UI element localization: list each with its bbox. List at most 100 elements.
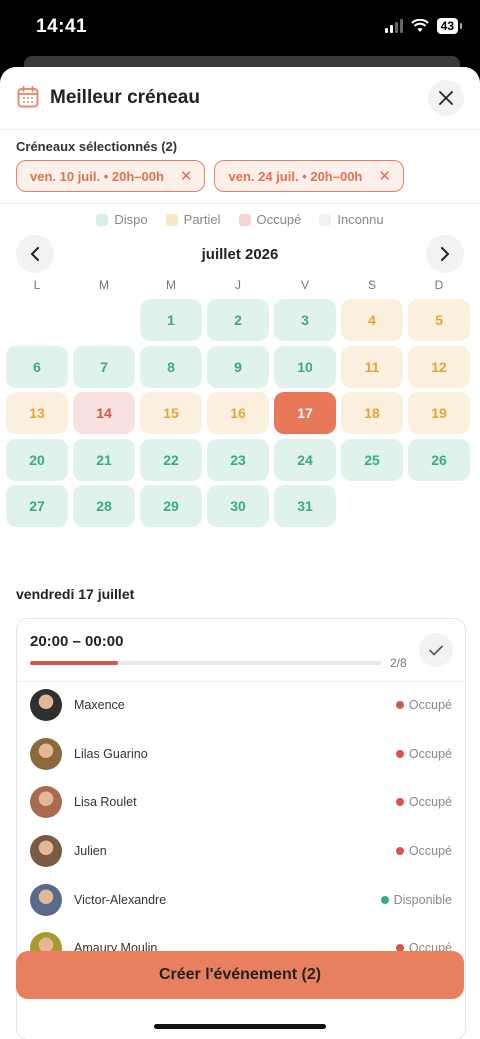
member-name: Victor-Alexandre xyxy=(74,892,167,907)
calendar-day-29[interactable]: 29 xyxy=(140,485,202,527)
member-status-label: Occupé xyxy=(408,698,452,712)
selected-slot-chips: ven. 10 juil. • 20h–00h ✕ ven. 24 juil. … xyxy=(16,160,404,192)
slot-chip[interactable]: ven. 24 juil. • 20h–00h ✕ xyxy=(214,160,404,192)
weekday-label: V xyxy=(300,278,309,292)
chevron-right-icon xyxy=(441,247,449,261)
calendar-day-4[interactable]: 4 xyxy=(341,299,403,341)
calendar-day-21[interactable]: 21 xyxy=(73,438,135,481)
legend-item-occupe: Occupé xyxy=(238,212,301,227)
calendar-day-15[interactable]: 15 xyxy=(140,392,202,434)
remove-chip-icon[interactable]: ✕ xyxy=(180,167,193,185)
calendar-day-5[interactable]: 5 xyxy=(408,299,470,341)
status-time: 14:41 xyxy=(36,16,88,37)
weekday-label: D xyxy=(434,278,444,292)
weekday-label: S xyxy=(367,278,376,292)
progress-fill xyxy=(30,661,118,665)
slot-chip-label: ven. 10 juil. • 20h–00h xyxy=(30,168,164,184)
wifi-icon xyxy=(410,19,429,32)
availability-legend: Dispo Partiel Occupé Inconnu xyxy=(0,212,480,227)
calendar-day-1[interactable]: 1 xyxy=(140,299,202,341)
calendar-grid: 1 2 3 4 5 6 7 8 9 10 11 12 13 14 15 16 17 18 19 20 21 22 23 24 2… xyxy=(6,299,470,527)
slot-chip-label: ven. 24 juil. • 20h–00h xyxy=(228,168,363,184)
calendar-day-13[interactable]: 13 xyxy=(6,392,68,434)
close-icon xyxy=(439,91,453,105)
divider xyxy=(0,203,480,204)
member-name: Julien xyxy=(74,844,107,859)
weekday-label: L xyxy=(33,278,41,292)
member-status-label: Occupé xyxy=(408,844,452,859)
weekday-label: M xyxy=(166,278,176,292)
calendar-day-30[interactable]: 30 xyxy=(207,485,269,527)
calendar-day-18[interactable]: 18 xyxy=(341,392,403,434)
calendar-day-2[interactable]: 2 xyxy=(207,299,269,341)
calendar-day-9[interactable]: 9 xyxy=(207,345,269,388)
avatar xyxy=(30,835,62,868)
status-dot-icon xyxy=(395,701,404,709)
member-name: Lilas Guarino xyxy=(74,746,148,761)
calendar-day-17[interactable]: 17 xyxy=(274,392,336,434)
member-row: Maxence Occupé xyxy=(17,681,465,730)
calendar-day-28[interactable]: 28 xyxy=(73,485,135,527)
calendar-day-27[interactable]: 27 xyxy=(6,485,68,527)
battery-icon: 43 xyxy=(436,18,463,34)
calendar-icon xyxy=(17,86,39,108)
legend-item-inconnu: Inconnu xyxy=(319,212,384,227)
calendar-day-8[interactable]: 8 xyxy=(140,345,202,388)
create-event-button[interactable]: Créer l'événement (2) xyxy=(16,951,464,999)
slot-time: 20:00 – 00:00 xyxy=(30,633,124,650)
legend-item-partiel: Partiel xyxy=(165,212,221,227)
calendar-day-12[interactable]: 12 xyxy=(408,345,470,388)
calendar-day-20[interactable]: 20 xyxy=(6,438,68,481)
status-bar: 14:41 43 xyxy=(0,0,480,56)
selected-slots-label: Créneaux sélectionnés (2) xyxy=(16,139,178,154)
avatar xyxy=(30,689,62,721)
signal-icon xyxy=(384,19,403,33)
calendar-day-24[interactable]: 24 xyxy=(274,438,336,481)
calendar-day-7[interactable]: 7 xyxy=(73,345,135,388)
member-status: Occupé xyxy=(395,844,452,859)
calendar-day-14[interactable]: 14 xyxy=(73,392,135,434)
calendar-day-11[interactable]: 11 xyxy=(341,345,403,388)
status-dot-icon xyxy=(395,847,404,856)
weekday-label: M xyxy=(99,278,109,292)
remove-chip-icon[interactable]: ✕ xyxy=(378,167,391,185)
calendar-day-6[interactable]: 6 xyxy=(6,345,68,388)
calendar-empty-cell xyxy=(6,299,68,341)
member-list: Maxence Occupé Lilas Guarino Occupé Lisa Rou… xyxy=(17,681,465,973)
check-icon xyxy=(429,645,443,655)
legend-item-dispo: Dispo xyxy=(96,212,148,227)
member-row: Lisa Roulet Occupé xyxy=(17,778,465,827)
calendar-day-3[interactable]: 3 xyxy=(274,299,336,341)
month-title: juillet 2026 xyxy=(201,246,279,263)
calendar-day-31[interactable]: 31 xyxy=(274,485,336,527)
slot-chip[interactable]: ven. 10 juil. • 20h–00h ✕ xyxy=(16,160,206,192)
status-dot-icon xyxy=(395,798,404,807)
calendar-day-16[interactable]: 16 xyxy=(207,392,269,434)
calendar-day-23[interactable]: 23 xyxy=(207,438,269,481)
confirm-slot-button[interactable] xyxy=(419,633,453,667)
status-dot-icon xyxy=(380,895,389,904)
member-name: Maxence xyxy=(74,698,125,712)
calendar-day-25[interactable]: 25 xyxy=(341,438,403,481)
avatar xyxy=(30,737,62,770)
calendar-day-19[interactable]: 19 xyxy=(408,392,470,434)
member-status: Occupé xyxy=(395,746,452,761)
status-dot-icon xyxy=(395,749,404,758)
calendar-day-26[interactable]: 26 xyxy=(408,438,470,481)
member-status: Occupé xyxy=(395,698,452,712)
member-status-label: Disponible xyxy=(393,892,452,907)
selected-date-heading: vendredi 17 juillet xyxy=(16,586,135,602)
status-icons: 43 xyxy=(384,18,463,34)
close-button[interactable] xyxy=(428,80,464,116)
member-status: Occupé xyxy=(395,795,452,810)
sheet-header: Meilleur créneau xyxy=(0,67,480,130)
member-status-label: Occupé xyxy=(408,795,452,810)
member-name: Lisa Roulet xyxy=(74,795,137,810)
member-row: Julien Occupé xyxy=(17,827,465,876)
member-status-label: Occupé xyxy=(408,746,452,761)
calendar-day-10[interactable]: 10 xyxy=(274,345,336,388)
next-month-button[interactable] xyxy=(426,235,464,273)
member-row: Victor-Alexandre Disponible xyxy=(17,876,465,925)
member-row: Lilas Guarino Occupé xyxy=(17,730,465,779)
calendar-day-22[interactable]: 22 xyxy=(140,438,202,481)
